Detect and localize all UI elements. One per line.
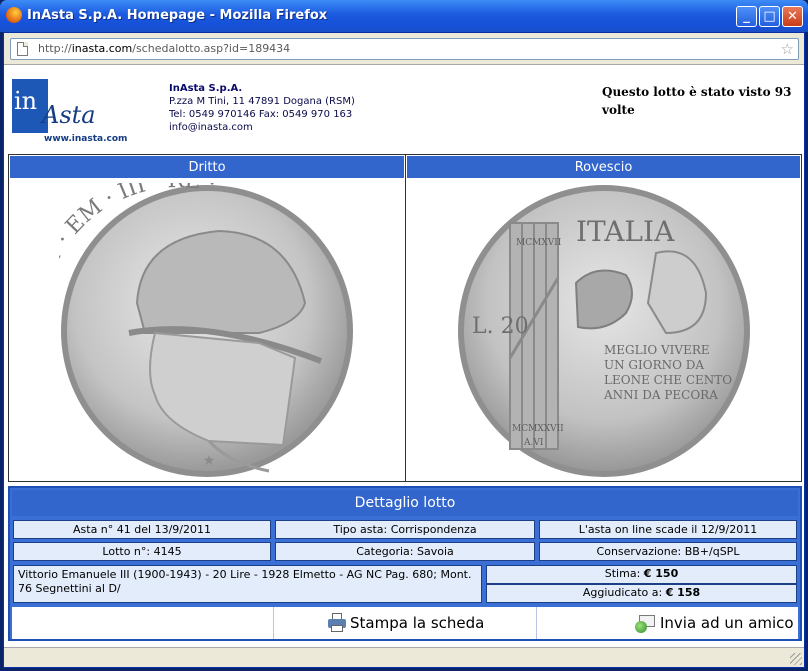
reverse-value: L. 20 (472, 314, 529, 339)
hammer-price-value: € 158 (665, 586, 701, 599)
maximize-button[interactable]: □ (759, 6, 780, 27)
obverse-coin-image[interactable]: VITT · EM · III · RE · ★ (59, 183, 355, 479)
page-header: in Asta www.inasta.com InAsta S.p.A. P.z… (4, 66, 804, 152)
reverse-year-top: MCMXVII (516, 238, 562, 248)
window-title: InAsta S.p.A. Homepage - Mozilla Firefox (27, 8, 328, 23)
estimate-label: Stima: (604, 567, 641, 580)
reverse-country: ITALIA (576, 215, 675, 248)
send-cell: Invia ad un amico (537, 607, 798, 639)
actions-row: Stampa la scheda Invia ad un amico (12, 607, 798, 639)
send-to-friend-link[interactable]: Invia ad un amico (660, 614, 794, 632)
coin-images-table: Dritto VITT · EM · III (8, 154, 802, 482)
minimize-button[interactable]: _ (736, 6, 757, 27)
obverse-header: Dritto (9, 155, 405, 179)
company-email: info@inasta.com (169, 122, 253, 133)
inasta-logo[interactable]: in Asta www.inasta.com (12, 79, 127, 147)
lot-number: Lotto n°: 4145 (13, 542, 271, 561)
browser-window: http://inasta.com/schedalotto.asp?id=189… (3, 32, 805, 668)
reverse-cell: Rovescio ITALIA L. 20 MCMXVII MCMXXVII A… (406, 155, 801, 481)
print-sheet-link[interactable]: Stampa la scheda (350, 614, 484, 632)
lot-category: Categoria: Savoia (275, 542, 535, 561)
resize-grip-icon[interactable] (790, 653, 802, 665)
lot-description: Vittorio Emanuele III (1900-1943) - 20 L… (13, 565, 482, 603)
obverse-cell: Dritto VITT · EM · III (9, 155, 406, 481)
logo-www-text: www.inasta.com (44, 134, 128, 144)
company-name: InAsta S.p.A. (169, 83, 243, 94)
auction-number: Asta n° 41 del 13/9/2011 (13, 520, 271, 539)
lot-details-table: Dettaglio lotto Asta n° 41 del 13/9/2011… (8, 486, 802, 641)
bookmark-star-icon[interactable]: ☆ (781, 40, 794, 58)
reverse-header: Rovescio (406, 155, 801, 179)
svg-text:★: ★ (203, 453, 216, 469)
company-address: P.zza M Tini, 11 47891 Dogana (RSM) (169, 96, 355, 107)
window-titlebar: InAsta S.p.A. Homepage - Mozilla Firefox… (0, 0, 808, 32)
estimate-cell: Stima: € 150 (486, 565, 797, 584)
logo-asta-text: Asta (42, 101, 96, 129)
auction-type: Tipo asta: Corrispondenza (275, 520, 535, 539)
company-phone: Tel: 0549 970146 Fax: 0549 970 163 (169, 109, 353, 120)
url-text[interactable]: http://inasta.com/schedalotto.asp?id=189… (38, 42, 290, 55)
company-info: InAsta S.p.A. P.zza M Tini, 11 47891 Dog… (169, 82, 355, 134)
close-button[interactable]: ✕ (782, 6, 803, 27)
logo-in-text: in (14, 87, 38, 115)
view-count-text: Questo lotto è stato visto 93 volte (602, 85, 792, 117)
navigation-toolbar: http://inasta.com/schedalotto.asp?id=189… (4, 33, 804, 65)
printer-icon[interactable] (326, 613, 346, 632)
estimate-value: € 150 (643, 567, 679, 580)
reverse-motto: MEGLIO VIVERE UN GIORNO DA LEONE CHE CEN… (603, 343, 732, 402)
hammer-price-label: Aggiudicato a: (582, 586, 663, 599)
reverse-anno: A.VI (523, 438, 544, 448)
hammer-price-cell: Aggiudicato a: € 158 (486, 584, 797, 603)
page-icon (17, 42, 28, 56)
auction-deadline: L'asta on line scade il 12/9/2011 (539, 520, 797, 539)
lot-details-title: Dettaglio lotto (12, 490, 798, 516)
firefox-logo-icon (6, 7, 22, 23)
reverse-year-bottom: MCMXXVII (512, 424, 564, 434)
lot-condition: Conservazione: BB+/qSPL (539, 542, 797, 561)
url-field[interactable]: http://inasta.com/schedalotto.asp?id=189… (10, 38, 799, 60)
send-mail-icon[interactable] (635, 614, 657, 634)
reverse-coin-image[interactable]: ITALIA L. 20 MCMXVII MCMXXVII A.VI MEGLI… (456, 183, 752, 479)
actions-empty-cell (12, 607, 274, 639)
print-cell: Stampa la scheda (274, 607, 537, 639)
status-bar (4, 647, 804, 667)
